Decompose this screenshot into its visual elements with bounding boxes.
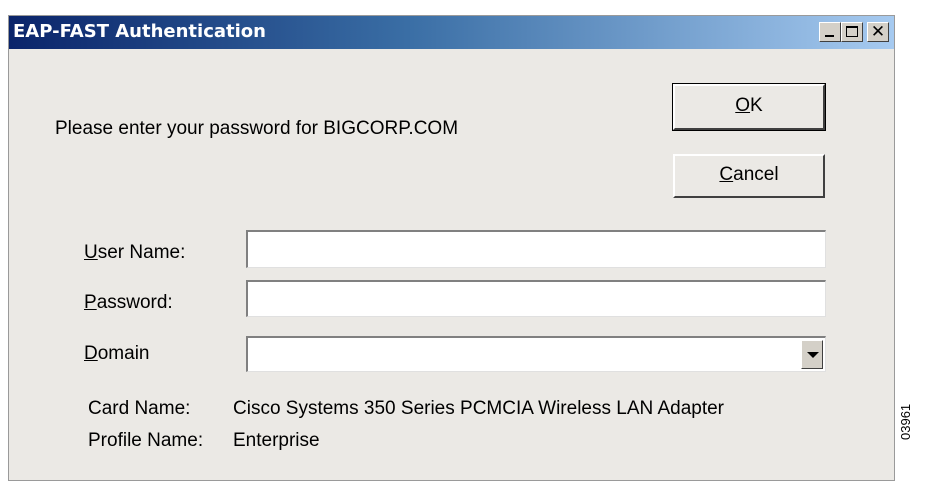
profile-name-value: Enterprise	[233, 430, 320, 451]
minimize-button[interactable]	[819, 22, 841, 42]
password-prompt: Please enter your password for BIGCORP.C…	[55, 118, 459, 139]
profile-name-label: Profile Name:	[88, 430, 204, 451]
chevron-down-icon[interactable]	[801, 340, 823, 369]
ok-button[interactable]: OK	[672, 83, 826, 131]
figure-code: 03961	[898, 403, 913, 440]
password-input[interactable]	[246, 280, 826, 317]
domain-label-text: omain	[97, 343, 150, 364]
cancel-accel: C	[719, 164, 734, 185]
close-icon: ✕	[870, 22, 886, 42]
card-name-value: Cisco Systems 350 Series PCMCIA Wireless…	[233, 398, 725, 419]
minimize-icon	[825, 35, 834, 37]
close-button[interactable]: ✕	[867, 22, 889, 42]
ok-accel: O	[735, 95, 751, 116]
password-label-text: assword:	[96, 292, 173, 313]
password-label: Password:	[84, 292, 173, 314]
maximize-icon	[846, 26, 858, 37]
window-title: EAP-FAST Authentication	[13, 21, 266, 42]
user-name-label-text: ser Name:	[97, 242, 186, 263]
eap-fast-dialog: EAP-FAST Authentication ✕ Please enter y…	[8, 15, 895, 481]
cancel-label: ancel	[733, 164, 779, 185]
user-name-input[interactable]	[246, 230, 826, 268]
user-name-accel: U	[84, 242, 98, 263]
maximize-button[interactable]	[841, 22, 863, 42]
title-bar[interactable]: EAP-FAST Authentication ✕	[9, 16, 894, 49]
domain-accel: D	[84, 343, 98, 364]
ok-label: K	[750, 95, 763, 116]
password-accel: P	[84, 292, 97, 313]
domain-label: Domain	[84, 343, 149, 365]
user-name-label: User Name:	[84, 242, 185, 264]
domain-select[interactable]	[246, 336, 826, 372]
card-name-label: Card Name:	[88, 398, 191, 419]
cancel-button[interactable]: Cancel	[673, 154, 825, 198]
